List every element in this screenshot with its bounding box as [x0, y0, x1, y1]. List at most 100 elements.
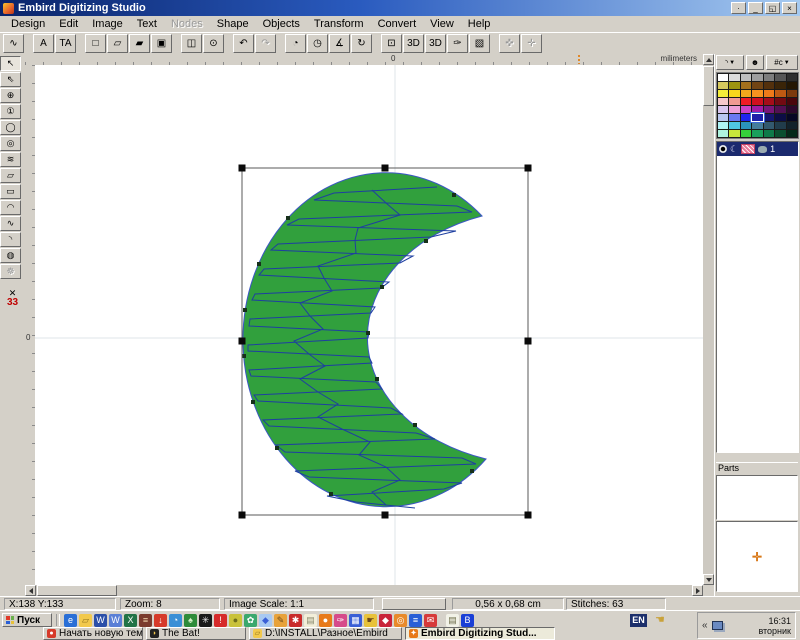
- pencil-icon[interactable]: ✎: [274, 614, 287, 627]
- color-swatch[interactable]: [718, 74, 728, 81]
- color-swatch[interactable]: [775, 122, 785, 129]
- selection-handle[interactable]: [382, 165, 389, 172]
- color-swatch[interactable]: [764, 114, 774, 121]
- selection-handle[interactable]: [239, 512, 246, 519]
- horizontal-scroll-thumb[interactable]: [37, 585, 117, 596]
- color-swatch[interactable]: [787, 98, 797, 105]
- splat-icon[interactable]: ✱: [289, 614, 302, 627]
- color-swatch[interactable]: [718, 106, 728, 113]
- text-icon[interactable]: A: [33, 34, 54, 53]
- notes-icon[interactable]: ▤: [304, 614, 317, 627]
- crescent-shape[interactable]: [243, 173, 486, 507]
- outline-shape-tool[interactable]: ◎: [0, 136, 21, 151]
- color-swatch[interactable]: [741, 98, 751, 105]
- color-swatch[interactable]: [764, 106, 774, 113]
- rotate-icon[interactable]: ↻: [351, 34, 372, 53]
- menu-item[interactable]: Nodes: [164, 17, 210, 31]
- color-swatch[interactable]: [718, 130, 728, 137]
- curve-style-dropdown[interactable]: ◝ ▼: [716, 55, 744, 70]
- tree-icon[interactable]: ♠: [184, 614, 197, 627]
- mail-icon[interactable]: ✉: [424, 614, 437, 627]
- color-swatch[interactable]: [741, 106, 751, 113]
- vertical-scrollbar[interactable]: [703, 54, 714, 585]
- menu-item[interactable]: Objects: [256, 17, 307, 31]
- visibility-eye-icon[interactable]: [719, 145, 727, 153]
- menu-item[interactable]: Help: [461, 17, 498, 31]
- mannequin-button[interactable]: ☻: [746, 55, 764, 70]
- notepad-icon[interactable]: ▤: [446, 614, 459, 627]
- scroll-up-icon[interactable]: [703, 54, 714, 65]
- hand-tray-icon[interactable]: ☚: [655, 613, 665, 626]
- view-3d-icon[interactable]: 3D: [403, 34, 424, 53]
- taskbar-window-button[interactable]: ▱ D:\INSTALL\Разное\Embird: [249, 627, 402, 640]
- network-icon[interactable]: [712, 621, 723, 630]
- color-swatch[interactable]: [787, 90, 797, 97]
- menu-item[interactable]: Convert: [371, 17, 424, 31]
- zigzag-tool[interactable]: ∿: [0, 216, 21, 231]
- import-file-icon[interactable]: ▰: [129, 34, 150, 53]
- color-swatch[interactable]: [764, 74, 774, 81]
- pattern-preview-icon[interactable]: ∿: [3, 34, 24, 53]
- color-swatch[interactable]: [752, 130, 762, 137]
- border-tool[interactable]: ▭: [0, 184, 21, 199]
- menu-item[interactable]: Shape: [210, 17, 256, 31]
- image-icon[interactable]: ▧: [469, 34, 490, 53]
- warning-icon[interactable]: !: [214, 614, 227, 627]
- color-swatch[interactable]: [741, 114, 751, 121]
- parts-list[interactable]: [716, 475, 798, 520]
- color-swatch[interactable]: [775, 82, 785, 89]
- color-swatch[interactable]: [741, 130, 751, 137]
- color-swatch[interactable]: [787, 122, 797, 129]
- color-swatch[interactable]: [752, 74, 762, 81]
- select-tool[interactable]: ↖: [0, 56, 21, 71]
- color-swatch[interactable]: [752, 106, 762, 113]
- restore-button[interactable]: ◱: [765, 2, 780, 14]
- spider-icon[interactable]: ✳: [199, 614, 212, 627]
- horizontal-scrollbar[interactable]: [25, 585, 703, 596]
- menu-item[interactable]: Design: [4, 17, 52, 31]
- color-swatch[interactable]: [718, 122, 728, 129]
- zoom-1-1-tool[interactable]: ①: [0, 104, 21, 119]
- start-button[interactable]: Пуск: [2, 613, 52, 627]
- color-swatch[interactable]: [741, 90, 751, 97]
- center-icon[interactable]: ✛: [521, 34, 542, 53]
- copy-icon[interactable]: ◫: [181, 34, 202, 53]
- color-swatch[interactable]: [775, 130, 785, 137]
- close-button[interactable]: ×: [782, 2, 797, 14]
- excel-icon[interactable]: X: [124, 614, 137, 627]
- folder-icon[interactable]: ▱: [79, 614, 92, 627]
- color-swatch[interactable]: [775, 106, 785, 113]
- menu-lines-icon[interactable]: ≡: [409, 614, 422, 627]
- color-swatch[interactable]: [787, 74, 797, 81]
- redraw-icon[interactable]: ⊙: [203, 34, 224, 53]
- wordpad-icon[interactable]: W: [109, 614, 122, 627]
- color-swatch[interactable]: [764, 90, 774, 97]
- flow-lines-tool[interactable]: ≋: [0, 152, 21, 167]
- selection-handle[interactable]: [525, 165, 532, 172]
- color-swatch[interactable]: [718, 98, 728, 105]
- column-tool[interactable]: ▱: [0, 168, 21, 183]
- speed-icon[interactable]: ◔: [285, 34, 306, 53]
- bluetooth-icon[interactable]: B: [461, 614, 474, 627]
- taskbar-window-button[interactable]: ◗ The Bat!: [146, 627, 246, 640]
- undo-icon[interactable]: ↶: [233, 34, 254, 53]
- brush-icon[interactable]: ✑: [334, 614, 347, 627]
- color-swatch[interactable]: [729, 122, 739, 129]
- color-swatch[interactable]: [787, 106, 797, 113]
- freehand-tool[interactable]: ◠: [0, 200, 21, 215]
- object-row-selected[interactable]: ☾ 1: [717, 142, 798, 156]
- bag-icon[interactable]: ◆: [379, 614, 392, 627]
- window-view-icon[interactable]: ⊡: [381, 34, 402, 53]
- color-swatch[interactable]: [729, 114, 739, 121]
- object-list[interactable]: ☾ 1: [716, 141, 799, 453]
- menu-item[interactable]: View: [423, 17, 461, 31]
- scroll-right-icon[interactable]: [692, 585, 703, 596]
- disc-icon[interactable]: ◎: [394, 614, 407, 627]
- stereo-3d-icon[interactable]: 3D: [425, 34, 446, 53]
- color-edit-icon[interactable]: ✑: [447, 34, 468, 53]
- selection-handle[interactable]: [239, 338, 246, 345]
- new-file-icon[interactable]: □: [85, 34, 106, 53]
- color-swatch[interactable]: [787, 82, 797, 89]
- color-swatch[interactable]: [741, 74, 751, 81]
- hand-icon[interactable]: ☛: [364, 614, 377, 627]
